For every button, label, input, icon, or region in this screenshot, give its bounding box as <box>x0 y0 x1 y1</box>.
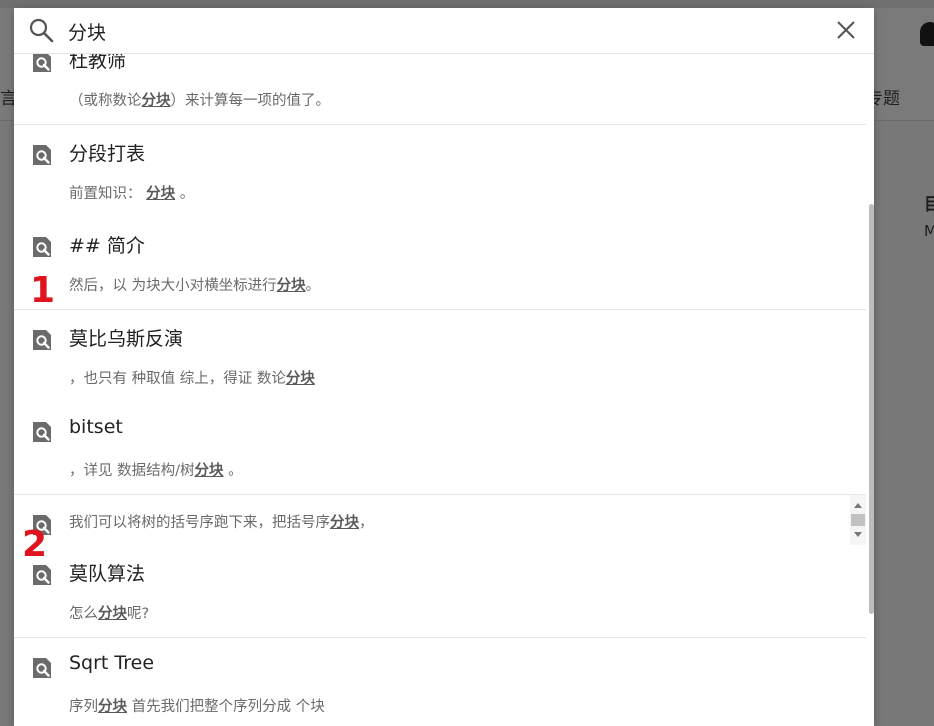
snippet-text: ）来计算每一项的值了。 <box>170 93 331 109</box>
snippet-highlight: 分块 <box>330 515 359 531</box>
annotation-marker-2: 2 <box>22 524 48 565</box>
result-snippet: ，也只有 种取值 综上，得证 数论分块 <box>69 367 315 388</box>
nested-scrollbar[interactable] <box>850 495 866 545</box>
nested-scrollbar-thumb[interactable] <box>851 514 865 526</box>
snippet-highlight: 分块 <box>141 93 171 109</box>
document-search-icon <box>30 143 54 167</box>
result-title: ## 简介 <box>69 235 145 257</box>
snippet-text: 。 <box>223 463 243 479</box>
document-search-icon <box>30 54 54 74</box>
result-title: 杜教筛 <box>69 54 127 72</box>
background-body-text: M <box>924 222 934 240</box>
search-result-item[interactable]: 莫队算法怎么分块呢? <box>14 545 866 638</box>
search-icon <box>29 18 54 43</box>
result-snippet: 我们可以将树的括号序跑下来，把括号序分块， <box>69 511 374 532</box>
results-scrollbar-thumb[interactable] <box>869 204 874 614</box>
scroll-up-icon[interactable] <box>853 501 863 509</box>
search-result-item[interactable]: bitset ，详见 数据结构/树分块 。 <box>14 402 866 495</box>
snippet-highlight: 分块 <box>98 699 127 715</box>
result-snippet: 前置知识： 分块 。 <box>69 182 194 203</box>
background-heading-text: 目 <box>924 195 934 215</box>
search-result-item[interactable]: 分段打表前置知识： 分块 。 <box>14 125 866 218</box>
result-title: Sqrt Tree <box>69 652 155 674</box>
logo-icon <box>920 22 934 46</box>
snippet-text: ，详见 数据结构/树 <box>69 463 195 479</box>
search-dialog: 杜教筛（或称数论分块）来计算每一项的值了。分段打表前置知识： 分块 。## 简介… <box>14 8 874 726</box>
snippet-text: 怎么 <box>69 606 98 622</box>
snippet-text: ，也只有 种取值 综上，得证 数论 <box>69 371 286 387</box>
snippet-highlight: 分块 <box>146 186 176 202</box>
snippet-text: 。 <box>175 186 195 202</box>
snippet-highlight: 分块 <box>98 606 127 622</box>
search-result-item[interactable]: 杜教筛 （或称数论分块）来计算每一项的值了。 <box>14 54 866 125</box>
result-title: 分段打表 <box>69 143 146 165</box>
snippet-text: （或称数论 <box>69 93 142 109</box>
document-search-icon <box>30 420 54 444</box>
snippet-text: 首先我们把整个序列分成 个块 <box>127 699 325 715</box>
search-result-item[interactable]: ## 简介然后，以 为块大小对横坐标进行分块。 <box>14 217 866 310</box>
close-icon[interactable] <box>834 18 858 42</box>
search-bar <box>14 8 874 54</box>
document-search-icon <box>30 563 54 587</box>
snippet-highlight: 分块 <box>276 278 306 294</box>
nested-result-box[interactable]: 我们可以将树的括号序跑下来，把括号序分块， <box>14 495 874 546</box>
snippet-text: ， <box>359 515 374 531</box>
document-search-icon <box>30 328 54 352</box>
document-search-icon <box>30 656 54 680</box>
search-result-item[interactable]: Sqrt Tree 序列分块 首先我们把整个序列分成 个块 <box>14 638 866 726</box>
document-search-icon <box>30 235 54 259</box>
snippet-highlight: 分块 <box>285 371 315 387</box>
result-title: 莫队算法 <box>69 563 146 585</box>
snippet-text: 前置知识： <box>69 186 147 202</box>
snippet-highlight: 分块 <box>194 463 224 479</box>
search-result-item[interactable]: 莫比乌斯反演 ，也只有 种取值 综上，得证 数论分块 <box>14 310 866 403</box>
result-title: 莫比乌斯反演 <box>69 328 184 350</box>
snippet-text: 。 <box>305 278 321 294</box>
result-snippet: （或称数论分块）来计算每一项的值了。 <box>69 89 330 110</box>
result-snippet: 序列分块 首先我们把整个序列分成 个块 <box>69 695 325 716</box>
snippet-text: 我们可以将树的括号序跑下来，把括号序 <box>69 515 330 531</box>
result-snippet: ，详见 数据结构/树分块 。 <box>69 459 243 480</box>
search-results-list: 杜教筛 （或称数论分块）来计算每一项的值了。 分段打表 前置知识： 分块 。 ## 简介… <box>14 54 874 726</box>
result-snippet: 然后，以 为块大小对横坐标进行分块。 <box>69 274 320 295</box>
result-title: bitset <box>69 416 123 438</box>
annotation-marker-1: 1 <box>30 270 56 311</box>
result-snippet: 怎么分块呢? <box>69 602 149 623</box>
snippet-text: 呢? <box>127 606 150 622</box>
search-input[interactable] <box>68 16 788 46</box>
snippet-text: 序列 <box>69 699 98 715</box>
scroll-down-icon[interactable] <box>853 531 863 539</box>
snippet-text: 然后，以 为块大小对横坐标进行 <box>69 278 277 294</box>
